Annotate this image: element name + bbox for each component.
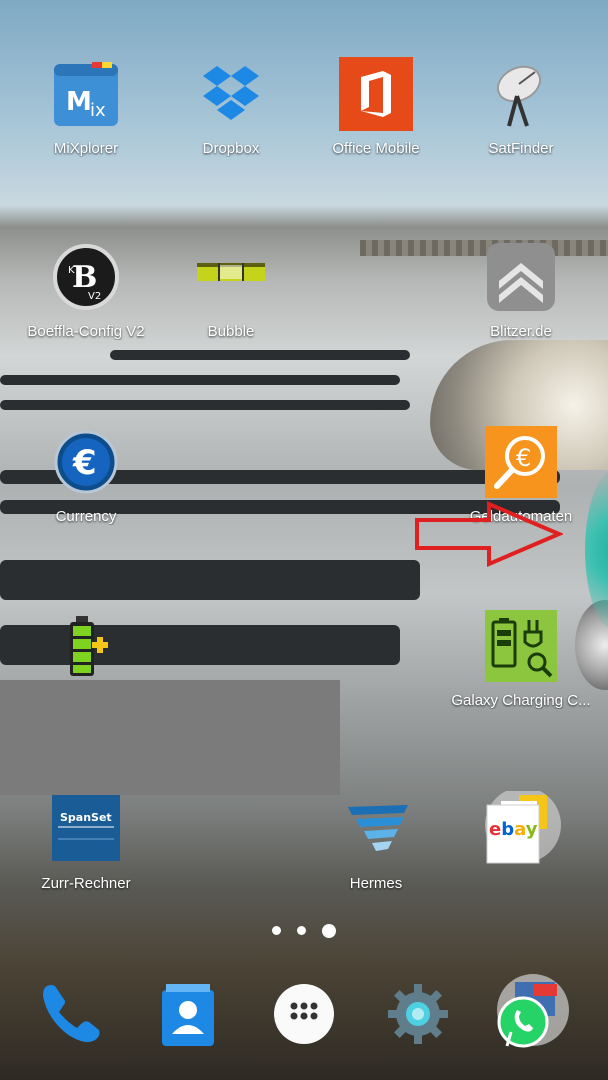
dock-whatsapp[interactable] [495, 974, 571, 1052]
dock-app-drawer[interactable] [266, 976, 342, 1052]
dropbox-icon [197, 60, 265, 128]
app-label: Dropbox [202, 140, 260, 157]
page-dot[interactable] [297, 926, 306, 936]
app-label: MiXplorer [53, 140, 119, 157]
app-office-mobile[interactable]: Office Mobile [301, 57, 451, 157]
gear-icon [388, 984, 448, 1044]
app-mixplorer[interactable]: Mix MiXplorer [11, 60, 161, 157]
blitzer-icon [487, 243, 555, 311]
app-label: Currency [55, 508, 117, 525]
app-label: Office Mobile [332, 140, 420, 157]
grille-bar [0, 375, 400, 385]
app-label: Galaxy Charging C... [451, 692, 591, 709]
svg-text:€: € [516, 444, 531, 472]
grille-bar [110, 350, 410, 360]
app-boeffla-config[interactable]: B K V2 Boeffla-Config V2 [11, 243, 161, 340]
whatsapp-icon [497, 974, 569, 1048]
atm-search-icon: € [485, 426, 557, 498]
spanset-icon: SpanSet [52, 795, 120, 863]
euro-icon: € [52, 428, 120, 496]
app-galaxy-charging[interactable]: Galaxy Charging C... [446, 610, 596, 709]
dock-contacts[interactable] [150, 976, 226, 1052]
page-dot[interactable] [272, 926, 281, 936]
boeffla-icon: B K V2 [52, 243, 120, 311]
svg-text:M: M [66, 87, 92, 117]
app-label: Bubble [207, 323, 255, 340]
app-currency[interactable]: € Currency [11, 428, 161, 525]
app-zurr-rechner[interactable]: SpanSet Zurr-Rechner [11, 795, 161, 892]
redaction-block [0, 680, 340, 795]
contacts-icon [162, 984, 214, 1046]
app-label: Hermes [349, 875, 403, 892]
hermes-icon [342, 795, 410, 863]
app-ebay-folder[interactable]: ebay [446, 787, 596, 864]
app-label: Blitzer.de [490, 323, 552, 340]
ebay-icon: ebay [485, 787, 561, 864]
app-label: SatFinder [488, 140, 554, 157]
app-label: Zurr-Rechner [41, 875, 131, 892]
app-hermes[interactable]: Hermes [301, 795, 451, 892]
svg-text:B: B [72, 260, 97, 295]
app-satfinder[interactable]: SatFinder [446, 60, 596, 157]
bubble-level-icon [197, 243, 265, 311]
red-arrow-annotation [415, 500, 563, 568]
office-icon [339, 57, 413, 131]
battery-plus-icon [52, 612, 120, 680]
page-dot-active[interactable] [322, 923, 336, 938]
mixplorer-icon: Mix [52, 60, 120, 128]
app-blitzer[interactable]: Blitzer.de [446, 243, 596, 340]
app-dropbox[interactable]: Dropbox [156, 60, 306, 157]
svg-text:ix: ix [90, 100, 106, 121]
svg-text:ebay: ebay [489, 819, 538, 840]
svg-text:€: € [72, 443, 97, 483]
page-indicator[interactable] [0, 922, 608, 940]
app-label: Boeffla-Config V2 [27, 323, 145, 340]
svg-text:K: K [68, 265, 75, 276]
satellite-dish-icon [487, 60, 555, 128]
app-bubble[interactable]: Bubble [156, 243, 306, 340]
grille-bar [0, 400, 410, 410]
charging-icon [485, 610, 557, 682]
grille-bar [0, 560, 420, 600]
dock-settings[interactable] [380, 976, 456, 1052]
svg-text:V2: V2 [88, 291, 101, 302]
dock-phone[interactable] [33, 976, 109, 1052]
phone-icon [43, 985, 100, 1042]
svg-text:SpanSet: SpanSet [60, 811, 112, 824]
app-drawer-icon [274, 984, 334, 1044]
app-battery-plus[interactable] [11, 612, 161, 680]
